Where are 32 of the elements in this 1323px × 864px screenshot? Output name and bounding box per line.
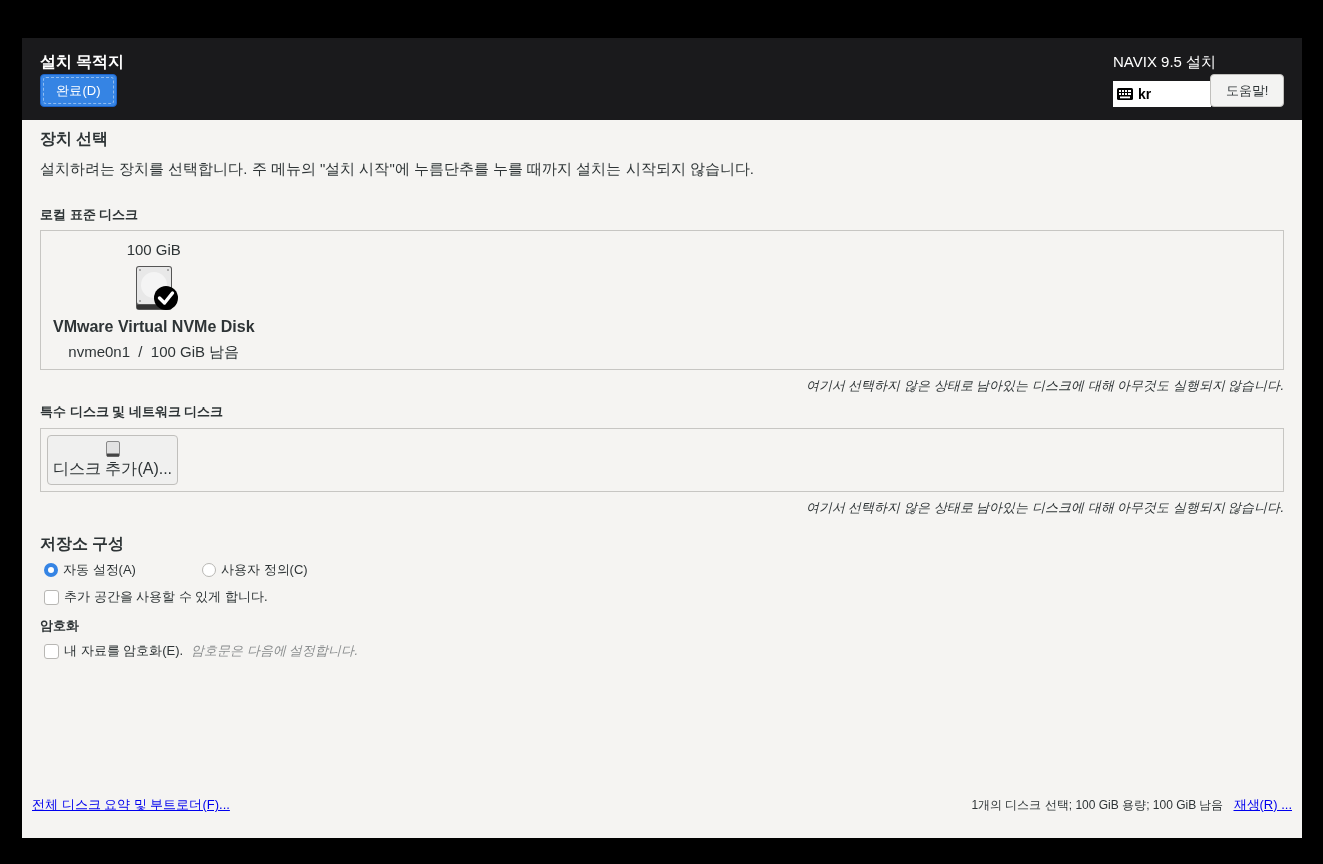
description-text: 설치하려는 장치를 선택합니다. 주 메뉴의 "설치 시작"에 누름단추를 누를 때까지 설치는 시작되지 않습니다. [40, 159, 754, 179]
done-button[interactable]: 완료(D) [40, 74, 117, 107]
hard-drive-icon [105, 441, 120, 457]
disk-device-info[interactable]: nvme0n1 / 100 GiB 남음 [68, 342, 240, 362]
disk-note: 여기서 선택하지 않은 상태로 남아있는 디스크에 대해 아무것도 실행되지 않습니다. [804, 378, 1284, 394]
radio-button[interactable] [44, 563, 58, 577]
disk-name[interactable]: VMware Virtual NVMe Disk [53, 317, 255, 337]
refresh-link[interactable]: 재생(R) ... [1233, 796, 1292, 814]
checkbox[interactable] [44, 643, 59, 659]
product-title: NAVIX 9.5 설치 [1113, 52, 1217, 72]
status-text: 1개의 디스크 선택; 100 GiB 용량; 100 GiB 남음 [971, 797, 1224, 814]
page-title: 설치 목적지 [40, 52, 125, 72]
help-button[interactable]: 도움말! [1210, 74, 1284, 107]
checkbox[interactable] [44, 589, 59, 605]
section-heading: 장치 선택 [40, 129, 109, 149]
disk-size-label[interactable]: 100 GiB [126, 240, 181, 260]
checkbox-label[interactable]: 추가 공간을 사용할 수 있게 합니다. [64, 588, 268, 606]
section-heading: 저장소 구성 [40, 534, 125, 554]
section-heading: 특수 디스크 및 네트워크 디스크 [40, 404, 224, 420]
section-heading: 로컬 표준 디스크 [40, 207, 139, 223]
radio-label[interactable]: 자동 설정(A) [63, 561, 136, 579]
radio-label[interactable]: 사용자 정의(C) [221, 561, 308, 579]
radio-button[interactable] [202, 563, 216, 577]
hint-text: 암호문은 다음에 설정합니다. [191, 642, 358, 660]
add-disk-button[interactable]: 디스크 추가(A)... [47, 435, 178, 485]
disk-summary-link[interactable]: 전체 디스크 요약 및 부트로더(F)... [32, 796, 230, 814]
keyboard-icon [1117, 88, 1133, 100]
section-heading: 암호화 [40, 618, 79, 634]
checkbox-label[interactable]: 내 자료를 암호화(E). [64, 642, 184, 660]
hard-drive-checked-icon[interactable] [134, 265, 179, 311]
disk-note: 여기서 선택하지 않은 상태로 남아있는 디스크에 대해 아무것도 실행되지 않습니다. [804, 500, 1284, 516]
keyboard-layout-field[interactable]: kr [1113, 81, 1211, 107]
